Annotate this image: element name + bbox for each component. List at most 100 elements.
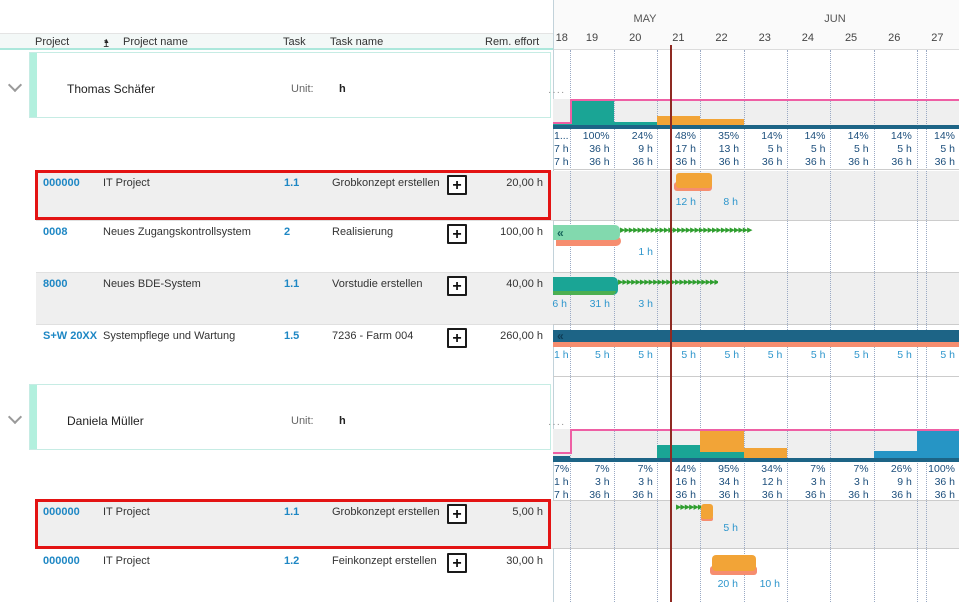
project-name-cell: Neues BDE-System <box>103 278 201 290</box>
task-number-link[interactable]: 1.5 <box>284 330 299 342</box>
week-label[interactable]: 18 <box>553 32 570 44</box>
timeline-row-divider <box>553 548 959 549</box>
week-label[interactable]: 20 <box>614 32 657 44</box>
week-label[interactable]: 25 <box>829 32 872 44</box>
week-label[interactable]: 23 <box>743 32 786 44</box>
week-label[interactable]: 21 <box>657 32 700 44</box>
capacity-cell: 36 h <box>873 156 916 168</box>
capacity-line-week18 <box>553 452 571 454</box>
task-number-link[interactable]: 1.1 <box>284 177 299 189</box>
percent-cell: 7% <box>829 463 872 475</box>
task-number-link[interactable]: 1.1 <box>284 278 299 290</box>
column-header-project-name[interactable]: Project name <box>123 36 188 48</box>
percent-cell: 35% <box>700 130 743 142</box>
percent-cell: 26% <box>873 463 916 475</box>
month-label-may: MAY <box>605 13 685 25</box>
histogram-bar-orange <box>657 116 700 125</box>
collapse-group-chevron-icon[interactable] <box>8 410 22 424</box>
group-header-row: Thomas Schäfer Unit: h <box>29 52 551 118</box>
capacity-cell: 7 h <box>553 489 570 501</box>
histogram-planned-row: 1 h 3 h 3 h 16 h 34 h 12 h 3 h 3 h 9 h 3… <box>553 476 959 488</box>
project-id-link[interactable]: 0008 <box>43 226 67 238</box>
today-marker-line <box>670 45 672 602</box>
histogram-percent-row: 1... 100% 24% 48% 35% 14% 14% 14% 14% 14… <box>553 130 959 142</box>
task-bar-darkblue[interactable] <box>553 330 959 342</box>
expand-plus-button[interactable]: + <box>447 504 467 524</box>
bar-hours-label: 5 h <box>916 349 959 361</box>
week-label[interactable]: 24 <box>786 32 829 44</box>
capacity-cell: 36 h <box>657 156 700 168</box>
percent-cell: 14% <box>873 130 916 142</box>
splitter-handle-icon[interactable]: ···· <box>548 87 565 98</box>
task-bar-orange[interactable] <box>676 173 712 188</box>
bar-hours-label: 5 h <box>829 349 872 361</box>
percent-cell: 95% <box>700 463 743 475</box>
capacity-line-step <box>570 429 572 454</box>
remaining-effort-cell: 40,00 h <box>506 278 543 290</box>
planned-cell: 5 h <box>786 143 829 155</box>
planned-cell: 3 h <box>570 476 613 488</box>
histogram-capacity-row: 7 h 36 h 36 h 36 h 36 h 36 h 36 h 36 h 3… <box>553 489 959 501</box>
expand-plus-button[interactable]: + <box>447 224 467 244</box>
table-row: 000000 IT Project 1.1 Grobkonzept erstel… <box>36 171 553 220</box>
week-label[interactable]: 22 <box>700 32 743 44</box>
column-header-rem-effort[interactable]: Rem. effort <box>485 36 539 48</box>
timeline-row-divider <box>553 272 959 273</box>
capacity-cell: 36 h <box>829 489 872 501</box>
task-name-cell: Grobkonzept erstellen <box>332 177 440 189</box>
project-id-link[interactable]: S+W 20XX <box>43 330 97 342</box>
week-label[interactable]: 19 <box>570 32 613 44</box>
week-label[interactable]: 26 <box>873 32 916 44</box>
capacity-line <box>570 429 959 431</box>
project-id-link[interactable]: 000000 <box>43 555 80 567</box>
week-label[interactable]: 27 <box>916 32 959 44</box>
capacity-line-step <box>570 99 572 124</box>
histogram-planned-row: 7 h 36 h 9 h 17 h 13 h 5 h 5 h 5 h 5 h 5… <box>553 143 959 155</box>
task-bar-orange[interactable] <box>712 555 756 571</box>
expand-plus-button[interactable]: + <box>447 175 467 195</box>
expand-plus-button[interactable]: + <box>447 553 467 573</box>
group-person-name[interactable]: Daniela Müller <box>67 414 144 428</box>
planned-cell: 36 h <box>570 143 613 155</box>
unit-value: h <box>339 83 346 95</box>
expand-plus-button[interactable]: + <box>447 328 467 348</box>
capacity-cell: 36 h <box>700 156 743 168</box>
expand-plus-button[interactable]: + <box>447 276 467 296</box>
table-row: 8000 Neues BDE-System 1.1 Vorstudie erst… <box>36 272 553 324</box>
project-id-link[interactable]: 000000 <box>43 177 80 189</box>
histogram-base-strip <box>553 125 959 129</box>
collapse-group-chevron-icon[interactable] <box>8 78 22 92</box>
bar-hours-label: 5 h <box>700 522 738 534</box>
column-header-task-name[interactable]: Task name <box>330 36 383 48</box>
project-id-link[interactable]: 8000 <box>43 278 67 290</box>
resource-planning-view: Project 1▲ Project name Task Task name R… <box>0 0 959 602</box>
planned-cell: 5 h <box>743 143 786 155</box>
column-header-task[interactable]: Task <box>283 36 306 48</box>
task-number-link[interactable]: 2 <box>284 226 290 238</box>
bar-hours-label: 1 h <box>553 349 570 361</box>
capacity-cell: 36 h <box>786 156 829 168</box>
histogram-percent-row: 7% 7% 7% 44% 95% 34% 7% 7% 26% 100% <box>553 463 959 475</box>
planned-cell: 16 h <box>657 476 700 488</box>
capacity-cell: 36 h <box>743 489 786 501</box>
capacity-cell: 36 h <box>657 489 700 501</box>
bar-hours-label: 8 h <box>700 196 738 208</box>
percent-cell: 34% <box>743 463 786 475</box>
task-number-link[interactable]: 1.1 <box>284 506 299 518</box>
column-header-project[interactable]: Project <box>35 36 69 48</box>
project-name-cell: IT Project <box>103 506 150 518</box>
task-name-cell: Grobkonzept erstellen <box>332 506 440 518</box>
planned-cell: 3 h <box>786 476 829 488</box>
planned-cell: 3 h <box>829 476 872 488</box>
percent-cell: 7% <box>570 463 613 475</box>
histogram-bar-blue <box>917 429 959 458</box>
progress-arrows-icon: ▶▶▶▶▶▶▶▶▶▶▶▶▶▶▶▶▶▶▶▶▶▶▶▶▶▶▶▶▶▶ <box>676 504 701 513</box>
continues-left-icon: « <box>557 330 564 342</box>
task-number-link[interactable]: 1.2 <box>284 555 299 567</box>
splitter-handle-icon[interactable]: ···· <box>548 419 565 430</box>
bar-hours-label: 5 h <box>873 349 916 361</box>
task-bar-orange[interactable] <box>701 504 713 519</box>
project-id-link[interactable]: 000000 <box>43 506 80 518</box>
timeline-row-divider <box>553 324 959 325</box>
group-person-name[interactable]: Thomas Schäfer <box>67 82 155 96</box>
